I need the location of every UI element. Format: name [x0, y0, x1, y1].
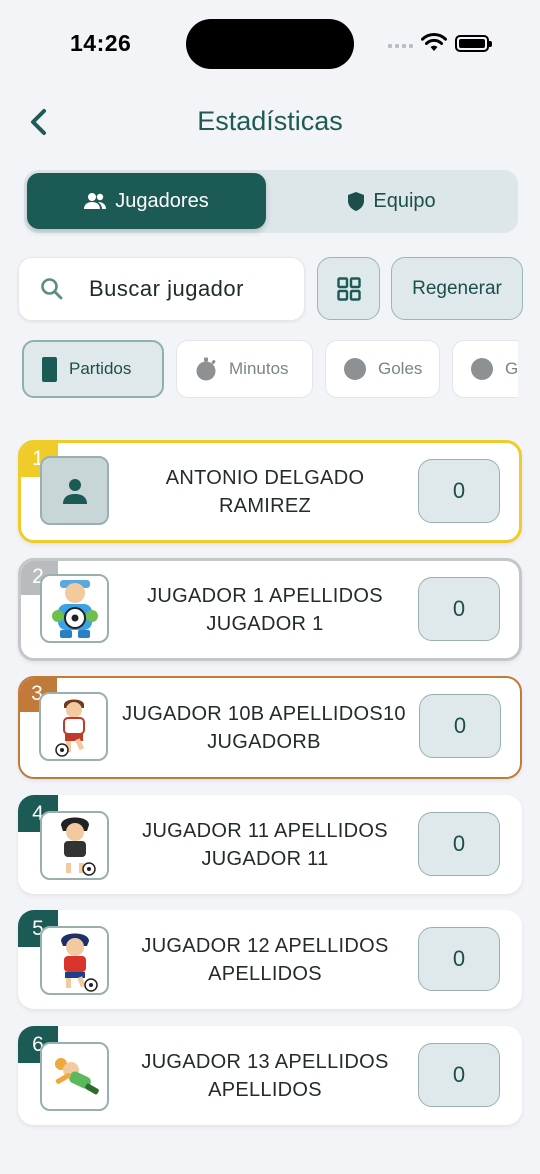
stat-value: 0	[419, 694, 501, 758]
avatar	[40, 574, 109, 643]
filter-chip-matches[interactable]: Partidos	[22, 340, 164, 398]
player-name: JUGADOR 10B APELLIDOS10 JUGADORB	[122, 702, 406, 753]
ranking-card[interactable]: 6 JUGADOR 13 APELLIDOS APELLIDOS 0	[18, 1026, 522, 1125]
wifi-icon	[421, 33, 447, 51]
soccer-player-avatar-icon	[60, 933, 98, 992]
tab-players-label: Jugadores	[115, 189, 209, 212]
tab-players[interactable]: Jugadores	[27, 173, 266, 229]
ranking-card[interactable]: 5 JUGADOR 12 APELLIDOS APELLIDOS 0	[18, 910, 522, 1009]
player-name: JUGADOR 1 APELLIDOS JUGADOR 1	[147, 584, 383, 635]
filter-chip-label: G	[505, 359, 518, 378]
ranking-card[interactable]: 2 JUGADOR 1 APELLIDOS JUGADOR 1 0	[18, 558, 522, 661]
regenerate-button[interactable]: Regenerar	[391, 257, 523, 320]
filter-chip-next[interactable]: G	[452, 340, 518, 398]
ball-icon	[471, 358, 493, 380]
search-icon	[41, 278, 63, 300]
stat-value: 0	[418, 927, 500, 991]
filter-chip-goals[interactable]: Goles	[325, 340, 440, 398]
goalkeeper-diving-avatar-icon	[54, 1057, 99, 1094]
avatar	[40, 456, 109, 525]
ranking-card[interactable]: 1 ANTONIO DELGADO RAMIREZ 0	[18, 440, 522, 543]
page-title: Estadísticas	[197, 106, 343, 136]
people-icon	[84, 193, 107, 209]
status-bar: 14:26	[0, 0, 540, 90]
tab-team[interactable]: Equipo	[269, 173, 515, 229]
search-input[interactable]	[89, 276, 289, 302]
player-name: JUGADOR 11 APELLIDOS JUGADOR 11	[142, 819, 388, 870]
filter-chip-label: Goles	[378, 359, 423, 378]
stat-value: 0	[418, 459, 500, 523]
grid-view-button[interactable]	[317, 257, 380, 320]
card-icon	[42, 356, 57, 382]
player-name: ANTONIO DELGADO RAMIREZ	[165, 466, 365, 517]
battery-icon	[455, 35, 492, 52]
filter-chip-minutes[interactable]: Minutos	[176, 340, 313, 398]
view-segmented-control: Jugadores Equipo	[24, 170, 518, 233]
stat-value: 0	[418, 1043, 500, 1107]
avatar	[40, 811, 109, 880]
stat-value: 0	[418, 812, 500, 876]
person-placeholder-icon	[62, 478, 87, 504]
dynamic-island	[186, 19, 354, 69]
stat-value: 0	[418, 577, 500, 641]
ranking-card[interactable]: 3 JUGADOR 10B APELLIDOS10 JUGADORB 0	[18, 676, 522, 779]
grid-icon	[336, 276, 361, 301]
avatar	[40, 926, 109, 995]
ball-icon	[344, 358, 366, 380]
shield-icon	[348, 191, 365, 211]
player-name: JUGADOR 12 APELLIDOS APELLIDOS	[141, 934, 389, 985]
ranking-card[interactable]: 4 JUGADOR 11 APELLIDOS JUGADOR 11 0	[18, 795, 522, 894]
goalkeeper-avatar-icon	[51, 579, 98, 638]
tab-team-label: Equipo	[373, 189, 436, 212]
filter-chip-label: Partidos	[69, 359, 132, 378]
status-time: 14:26	[70, 30, 132, 56]
soccer-player-avatar-icon	[54, 699, 85, 757]
player-name: JUGADOR 13 APELLIDOS APELLIDOS	[141, 1050, 389, 1101]
soccer-player-avatar-icon	[60, 817, 96, 876]
avatar	[40, 1042, 109, 1111]
cellular-signal-icon	[388, 44, 413, 48]
avatar	[39, 692, 108, 761]
stopwatch-icon	[196, 357, 216, 381]
header: Estadísticas	[0, 95, 540, 151]
search-box[interactable]	[18, 257, 305, 321]
stat-filter-chips: Partidos Minutos Goles G	[18, 338, 518, 400]
filter-chip-label: Minutos	[229, 359, 289, 378]
